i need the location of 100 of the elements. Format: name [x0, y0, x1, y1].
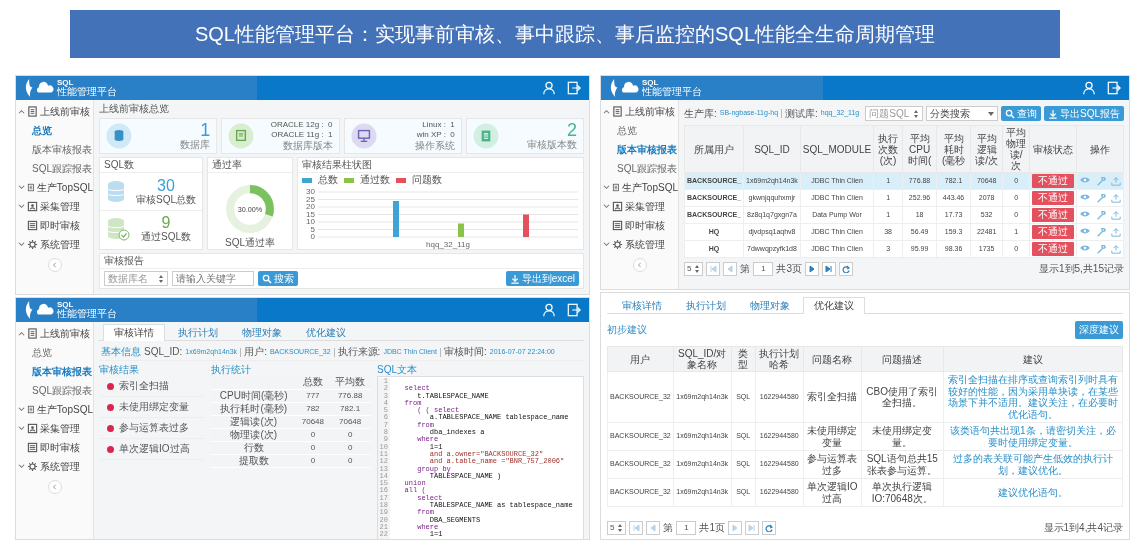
wrench-icon[interactable] [1095, 244, 1106, 254]
keyword-input[interactable]: 请输入关键字 [172, 271, 254, 286]
tab[interactable]: 审核详情 [611, 297, 673, 314]
sidebar-item[interactable]: 即时审核 [16, 216, 93, 235]
upload-icon[interactable] [1110, 244, 1121, 254]
table-cell: 777 [296, 389, 330, 402]
sidebar-item[interactable]: 版本审核报表 [16, 140, 93, 159]
eye-icon[interactable] [1078, 210, 1091, 218]
eye-icon[interactable] [1078, 193, 1091, 201]
upload-icon[interactable] [1110, 176, 1121, 186]
table-cell: 0 [296, 454, 330, 467]
column-header: 所属用户 [684, 125, 744, 173]
sidebar-item[interactable]: 即时审核 [601, 216, 678, 235]
search-icon [1005, 108, 1015, 119]
sidebar-item[interactable]: 上线前审核 [16, 102, 93, 121]
sidebar-item[interactable]: 采集管理 [16, 419, 93, 438]
column-header: SQL_ID/对象名称 [673, 346, 732, 372]
sidebar-item[interactable]: SQL跟踪报表 [601, 159, 678, 178]
user-icon[interactable] [542, 81, 556, 95]
logout-icon[interactable] [1107, 81, 1121, 95]
column-header: 执行计划哈希 [755, 346, 804, 372]
column-header: 平均CPU时间( [902, 125, 937, 173]
sidebar-item[interactable]: 生产TopSQL [16, 400, 93, 419]
updown-icon [158, 273, 164, 284]
filter-label: 测试库: [785, 107, 818, 120]
status-badge: 不通过 [1031, 191, 1074, 205]
section-title: 执行统计 [211, 364, 252, 376]
badge-icon [612, 201, 623, 212]
sidebar-item[interactable]: 总览 [16, 121, 93, 140]
result-item: 索引全扫描 [119, 380, 169, 392]
sidebar-item[interactable]: 总览 [601, 121, 678, 140]
section-title: SQL文本 [377, 364, 418, 376]
sidebar-item[interactable]: 生产TopSQL [16, 178, 93, 197]
skip-forward-icon [748, 524, 756, 532]
sidebar-item[interactable]: 即时审核 [16, 438, 93, 457]
sidebar-item[interactable]: 上线前审核 [16, 324, 93, 343]
skip-back-icon [632, 524, 641, 532]
sidebar-item[interactable]: 总览 [16, 343, 93, 362]
logout-icon[interactable] [567, 303, 581, 317]
row-label: CPU时间(毫秒) [211, 389, 297, 402]
sidebar-item[interactable]: 生产TopSQL [601, 178, 678, 197]
result-item: 参与运算表过多 [119, 422, 189, 434]
eye-icon[interactable] [1078, 176, 1091, 184]
category-select[interactable]: 分类搜索 [926, 106, 998, 121]
sidebar-item[interactable]: SQL跟踪报表 [16, 159, 93, 178]
sidebar-item[interactable]: 系统管理 [16, 235, 93, 254]
tab[interactable]: 执行计划 [675, 297, 737, 314]
tab[interactable]: 审核详情 [103, 324, 165, 341]
tab[interactable]: 优化建议 [295, 324, 357, 341]
column-header: 平均数 [329, 376, 371, 389]
sidebar-item[interactable]: 系统管理 [16, 457, 93, 476]
logo-title: SQL [57, 79, 75, 87]
page-size-select[interactable]: 5 [684, 262, 704, 276]
donut-caption: SQL通过率 [225, 237, 275, 249]
sidebar-item[interactable]: 系统管理 [601, 235, 678, 254]
collapse-button[interactable] [47, 480, 62, 494]
logo-title: SQL [642, 79, 660, 87]
table-cell: 0 [296, 428, 330, 441]
upload-icon[interactable] [1110, 193, 1121, 203]
tab[interactable]: 优化建议 [803, 297, 865, 314]
upload-icon[interactable] [1110, 227, 1121, 237]
status-badge: 不通过 [1031, 174, 1074, 188]
gear-icon [612, 239, 623, 250]
refresh-page-button[interactable] [762, 521, 776, 535]
logout-icon[interactable] [567, 81, 581, 95]
wrench-icon[interactable] [1095, 176, 1106, 186]
download-icon [1048, 108, 1058, 119]
eye-icon[interactable] [1078, 244, 1091, 252]
wrench-icon[interactable] [1095, 227, 1106, 237]
collapse-button[interactable] [47, 258, 62, 272]
sidebar-item[interactable]: 采集管理 [16, 197, 93, 216]
result-item: 单次逻辑IO过高 [119, 443, 190, 455]
sidebar-item[interactable]: 上线前审核 [601, 102, 678, 121]
wrench-icon[interactable] [1095, 210, 1106, 220]
bar [523, 214, 529, 237]
page-input[interactable]: 1 [676, 521, 697, 535]
collapse-button[interactable] [632, 258, 647, 272]
tab[interactable]: 物理对象 [231, 324, 293, 341]
tab[interactable]: 物理对象 [739, 297, 801, 314]
updown-icon [913, 108, 920, 119]
page-input[interactable]: 1 [753, 262, 774, 276]
upload-icon[interactable] [1110, 210, 1121, 220]
sidebar-item[interactable]: SQL跟踪报表 [16, 381, 93, 400]
triangle-right-icon [731, 524, 739, 532]
breadcrumb: 上线前审核总览 [99, 103, 170, 115]
page-summary: 显示1到4,共4记录 [1043, 522, 1123, 534]
column-header: 类型 [731, 346, 756, 372]
sidebar-item[interactable]: 采集管理 [601, 197, 678, 216]
wrench-icon[interactable] [1095, 193, 1106, 203]
user-icon[interactable] [542, 303, 556, 317]
next-page-button[interactable] [805, 262, 819, 276]
eye-icon[interactable] [1078, 227, 1091, 235]
user-icon[interactable] [1082, 81, 1096, 95]
column-header: 审核状态 [1029, 125, 1077, 173]
tab[interactable]: 执行计划 [167, 324, 229, 341]
refresh-page-button[interactable] [839, 262, 853, 276]
last-page-button[interactable] [822, 262, 836, 276]
sidebar-item[interactable]: 版本审核报表 [601, 140, 678, 159]
sidebar-item[interactable]: 版本审核报表 [16, 362, 93, 381]
page-size-select[interactable]: 5 [607, 521, 627, 535]
